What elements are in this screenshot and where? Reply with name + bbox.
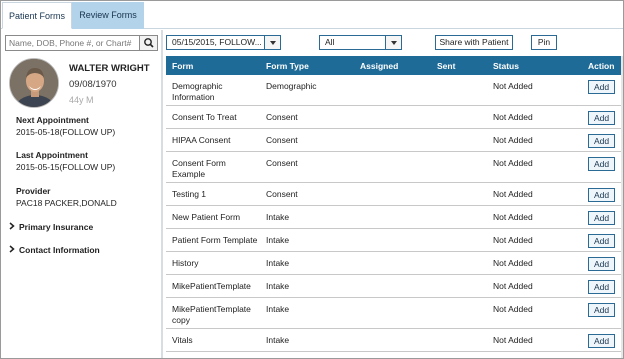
search-icon <box>144 38 154 48</box>
next-appointment-label: Next Appointment <box>16 115 89 125</box>
table-row: New Patient Form Intake Not Added Add <box>166 206 621 229</box>
scrollbar[interactable] <box>621 56 623 358</box>
form-type: Consent <box>266 135 298 145</box>
col-sent: Sent <box>437 61 456 71</box>
add-form-button[interactable]: Add <box>588 280 615 294</box>
primary-insurance-expander[interactable]: Primary Insurance <box>9 222 93 232</box>
form-type: Intake <box>266 235 290 245</box>
form-status: Not Added <box>493 135 533 145</box>
table-row: Vitals Intake Not Added Add <box>166 329 621 352</box>
last-appointment-label: Last Appointment <box>16 150 88 160</box>
panel-divider <box>161 30 163 358</box>
table-row: MikePatientTemplate copy Intake Not Added A… <box>166 298 621 329</box>
table-row: Patient Form Template Intake Not Added Add <box>166 229 621 252</box>
form-name: Testing 1 <box>172 189 207 199</box>
chevron-right-icon <box>9 222 19 232</box>
next-appointment-value: 2015-05-18(FOLLOW UP) <box>16 127 116 137</box>
form-name: Vitals <box>172 335 193 345</box>
appointment-select-value: 05/15/2015, FOLLOW... <box>172 37 262 47</box>
form-status: Not Added <box>493 158 533 168</box>
table-row: HIPAA Consent Consent Not Added Add <box>166 129 621 152</box>
add-form-button[interactable]: Add <box>588 111 615 125</box>
add-form-button[interactable]: Add <box>588 188 615 202</box>
col-form-type: Form Type <box>266 61 309 71</box>
col-assigned: Assigned <box>360 61 399 71</box>
form-status: Not Added <box>493 235 533 245</box>
form-type: Intake <box>266 304 290 314</box>
form-status: Not Added <box>493 212 533 222</box>
table-body: Demographic Information Demographic Not Ad… <box>166 75 621 352</box>
form-name: HIPAA Consent <box>172 135 231 145</box>
patient-search <box>5 35 158 51</box>
form-name: New Patient Form <box>172 212 241 222</box>
contact-information-label: Contact Information <box>19 245 100 255</box>
chevron-down-icon <box>385 36 401 49</box>
form-name: Patient Form Template <box>172 235 258 245</box>
pin-button[interactable]: Pin <box>531 35 557 50</box>
form-type: Intake <box>266 335 290 345</box>
primary-insurance-label: Primary Insurance <box>19 222 94 232</box>
form-name: Demographic Information <box>172 81 223 102</box>
tab-patient-forms[interactable]: Patient Forms <box>2 2 72 29</box>
table-header: Form Form Type Assigned Sent Status Acti… <box>166 56 621 75</box>
table-row: Demographic Information Demographic Not Ad… <box>166 75 621 106</box>
add-form-button[interactable]: Add <box>588 257 615 271</box>
table-row: Consent Form Example Consent Not Added Add <box>166 152 621 183</box>
add-form-button[interactable]: Add <box>588 80 615 94</box>
add-form-button[interactable]: Add <box>588 303 615 317</box>
form-status: Not Added <box>493 335 533 345</box>
avatar-photo <box>10 59 58 107</box>
form-status: Not Added <box>493 81 533 91</box>
search-button[interactable] <box>139 36 157 50</box>
patient-avatar <box>9 58 59 108</box>
share-with-patient-button[interactable]: Share with Patient <box>435 35 513 50</box>
form-type: Consent <box>266 158 298 168</box>
col-form: Form <box>172 61 194 71</box>
add-form-button[interactable]: Add <box>588 157 615 171</box>
form-name: History <box>172 258 199 268</box>
form-status: Not Added <box>493 112 533 122</box>
form-name: Consent Form Example <box>172 158 226 179</box>
patient-age-sex: 44y M <box>69 95 94 105</box>
form-name: MikePatientTemplate copy <box>172 304 251 325</box>
add-form-button[interactable]: Add <box>588 334 615 348</box>
patient-search-input[interactable] <box>6 36 140 50</box>
form-filter-value: All <box>325 37 335 47</box>
form-type: Intake <box>266 281 290 291</box>
form-type: Consent <box>266 189 298 199</box>
form-filter-select[interactable]: All <box>319 35 402 50</box>
form-status: Not Added <box>493 258 533 268</box>
table-row: History Intake Not Added Add <box>166 252 621 275</box>
form-status: Not Added <box>493 304 533 314</box>
last-appointment-value: 2015-05-15(FOLLOW UP) <box>16 162 116 172</box>
table-row: Testing 1 Consent Not Added Add <box>166 183 621 206</box>
form-name: Consent To Treat <box>172 112 237 122</box>
patient-name: WALTER WRIGHT <box>69 63 150 74</box>
form-status: Not Added <box>493 281 533 291</box>
tab-bar: Patient Forms Review Forms <box>1 1 623 29</box>
provider-label: Provider <box>16 186 51 196</box>
form-type: Intake <box>266 258 290 268</box>
tab-review-forms[interactable]: Review Forms <box>72 2 144 29</box>
form-name: MikePatientTemplate <box>172 281 251 291</box>
patient-sidebar: WALTER WRIGHT 09/08/1970 44y M Next Appo… <box>1 30 161 358</box>
form-type: Demographic <box>266 81 317 91</box>
col-status: Status <box>493 61 519 71</box>
chevron-down-icon <box>264 36 280 49</box>
appointment-select[interactable]: 05/15/2015, FOLLOW... <box>166 35 281 50</box>
add-form-button[interactable]: Add <box>588 234 615 248</box>
contact-information-expander[interactable]: Contact Information <box>9 245 100 255</box>
add-form-button[interactable]: Add <box>588 211 615 225</box>
table-row: Consent To Treat Consent Not Added Add <box>166 106 621 129</box>
form-type: Intake <box>266 212 290 222</box>
table-row: MikePatientTemplate Intake Not Added Add <box>166 275 621 298</box>
forms-table: Form Form Type Assigned Sent Status Acti… <box>166 56 621 352</box>
provider-value: PAC18 PACKER,DONALD <box>16 198 117 208</box>
form-status: Not Added <box>493 189 533 199</box>
patient-dob: 09/08/1970 <box>69 79 117 90</box>
add-form-button[interactable]: Add <box>588 134 615 148</box>
chevron-right-icon <box>9 245 19 255</box>
col-action: Action <box>588 61 615 71</box>
form-type: Consent <box>266 112 298 122</box>
